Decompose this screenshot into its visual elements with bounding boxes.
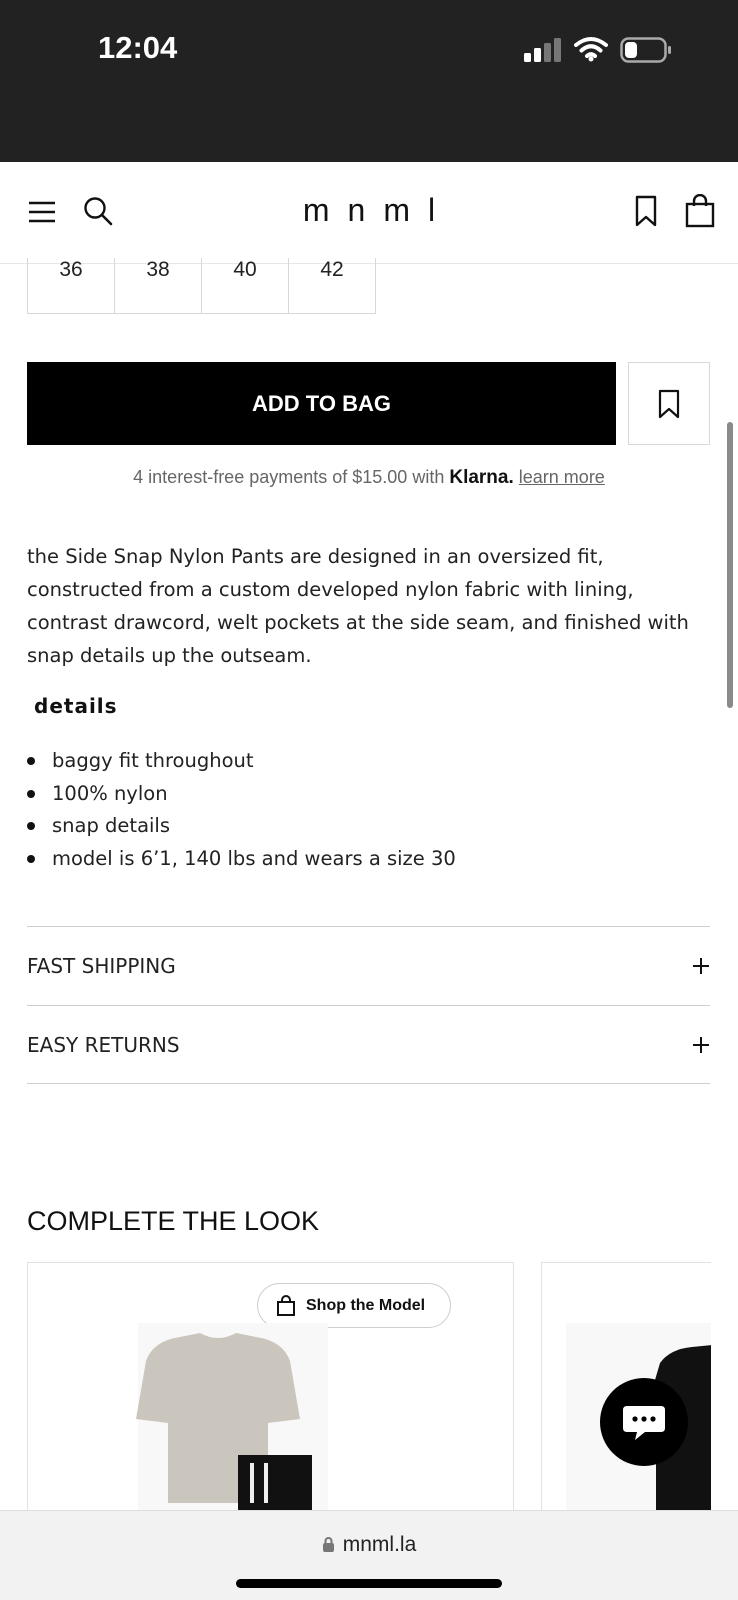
- accordion-fast-shipping[interactable]: FAST SHIPPING: [27, 926, 710, 1005]
- complete-the-look-heading: COMPLETE THE LOOK: [27, 1206, 320, 1236]
- chat-button[interactable]: [600, 1378, 688, 1466]
- klarna-logo: Klarna.: [449, 467, 514, 488]
- browser-url-bar[interactable]: mnml.la: [0, 1510, 738, 1600]
- url-text: mnml.la: [342, 1533, 417, 1556]
- size-option[interactable]: 38: [114, 258, 202, 314]
- size-option[interactable]: 36: [27, 258, 115, 314]
- list-item: snap details: [27, 809, 456, 842]
- battery-icon: [620, 37, 671, 63]
- klarna-payment-info: 4 interest-free payments of $15.00 with …: [0, 467, 738, 489]
- lock-icon: [322, 1537, 334, 1552]
- product-description: the Side Snap Nylon Pants are designed i…: [27, 545, 689, 667]
- details-heading: details: [34, 694, 118, 718]
- url-display: mnml.la: [0, 1533, 738, 1557]
- add-to-bag-button[interactable]: ADD TO BAG: [27, 362, 616, 445]
- details-list: baggy fit throughout 100% nylon snap det…: [27, 744, 456, 874]
- learn-more-link[interactable]: learn more: [519, 467, 605, 487]
- bookmark-icon: [658, 389, 680, 418]
- accordion-easy-returns[interactable]: EASY RETURNS: [27, 1005, 710, 1084]
- klarna-text: 4 interest-free payments of $15.00 with: [133, 467, 445, 487]
- site-header: mnml: [0, 162, 738, 264]
- shopping-bag-icon[interactable]: [684, 192, 716, 230]
- list-item: 100% nylon: [27, 777, 456, 810]
- plus-icon: [693, 1036, 709, 1053]
- size-option[interactable]: 42: [288, 258, 376, 314]
- accordion-label: EASY RETURNS: [27, 1032, 180, 1057]
- status-time: 12:04: [98, 30, 178, 65]
- list-item: baggy fit throughout: [27, 744, 456, 777]
- accordion-label: FAST SHIPPING: [27, 954, 176, 978]
- wifi-icon: [574, 37, 608, 62]
- bookmark-icon[interactable]: [632, 192, 660, 230]
- chat-icon: [623, 1406, 665, 1440]
- product-image: [136, 1323, 328, 1521]
- save-to-wishlist-button[interactable]: [628, 362, 710, 445]
- signal-icon: [524, 38, 561, 62]
- home-indicator[interactable]: [236, 1579, 502, 1588]
- scrollbar[interactable]: [727, 422, 733, 708]
- plus-icon: [693, 958, 709, 974]
- size-selector: 36 38 40 42: [27, 258, 376, 314]
- site-logo[interactable]: mnml: [0, 192, 738, 229]
- list-item: model is 6’1, 140 lbs and wears a size 3…: [27, 842, 456, 875]
- look-card[interactable]: Shop the Model: [27, 1262, 514, 1522]
- size-option[interactable]: 40: [201, 258, 289, 314]
- status-bar: 12:04: [0, 0, 738, 162]
